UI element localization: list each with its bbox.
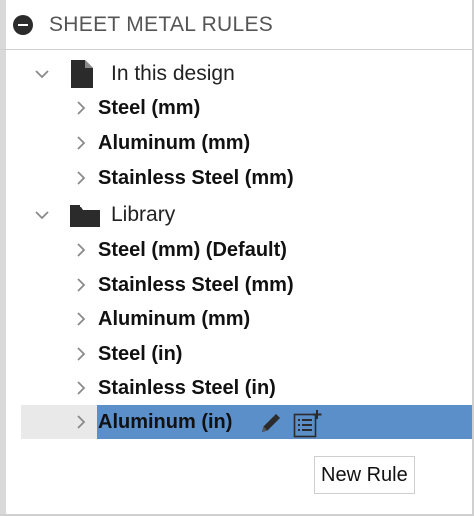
tree-item-label: Stainless Steel (mm)	[98, 167, 294, 189]
pencil-icon[interactable]	[258, 412, 282, 436]
tree-group-in-this-design[interactable]: In this design	[0, 56, 472, 92]
chevron-down-icon[interactable]	[33, 206, 51, 224]
tree-item-aluminum-mm[interactable]: Aluminum (mm)	[0, 126, 472, 161]
sheet-metal-rules-panel: SHEET METAL RULES In this design Steel (…	[0, 0, 474, 516]
tree-group-label: In this design	[111, 62, 235, 85]
tree-item-label: Aluminum (in)	[98, 411, 233, 433]
list-plus-icon[interactable]	[293, 409, 325, 439]
chevron-right-icon[interactable]	[72, 134, 90, 152]
chevron-right-icon[interactable]	[72, 276, 90, 294]
tree-item-stainless-steel-in[interactable]: Stainless Steel (in)	[0, 371, 472, 406]
tree-item-label: Steel (mm)	[98, 97, 201, 119]
tree-item-aluminum-mm[interactable]: Aluminum (mm)	[0, 302, 472, 337]
new-rule-tooltip: New Rule	[314, 456, 415, 494]
minus-circle-icon[interactable]	[13, 14, 33, 35]
chevron-right-icon[interactable]	[72, 413, 90, 431]
tree-item-label: Aluminum (mm)	[98, 308, 251, 330]
tree-group-label: Library	[111, 203, 176, 226]
chevron-right-icon[interactable]	[72, 169, 90, 187]
chevron-right-icon[interactable]	[72, 310, 90, 328]
tree-item-label: Stainless Steel (mm)	[98, 274, 294, 296]
tree-item-label: Steel (in)	[98, 343, 183, 365]
tree-item-label: Stainless Steel (in)	[98, 377, 276, 399]
chevron-right-icon[interactable]	[72, 345, 90, 363]
tree-group-library[interactable]: Library	[0, 197, 472, 233]
chevron-right-icon[interactable]	[72, 241, 90, 259]
folder-icon	[69, 204, 101, 233]
panel-header[interactable]: SHEET METAL RULES	[0, 0, 472, 50]
tree-item-steel-mm[interactable]: Steel (mm)	[0, 91, 472, 126]
tree-item-steel-in[interactable]: Steel (in)	[0, 337, 472, 372]
chevron-right-icon[interactable]	[72, 379, 90, 397]
tree-item-label: Aluminum (mm)	[98, 132, 251, 154]
tree-item-stainless-steel-mm[interactable]: Stainless Steel (mm)	[0, 161, 472, 196]
tree-item-label: Steel (mm) (Default)	[98, 239, 287, 261]
panel-title: SHEET METAL RULES	[49, 12, 274, 36]
document-icon	[69, 59, 95, 94]
chevron-down-icon[interactable]	[33, 65, 51, 83]
tree-item-stainless-steel-mm[interactable]: Stainless Steel (mm)	[0, 268, 472, 303]
chevron-right-icon[interactable]	[72, 99, 90, 117]
tree-item-steel-mm-default[interactable]: Steel (mm) (Default)	[0, 233, 472, 268]
